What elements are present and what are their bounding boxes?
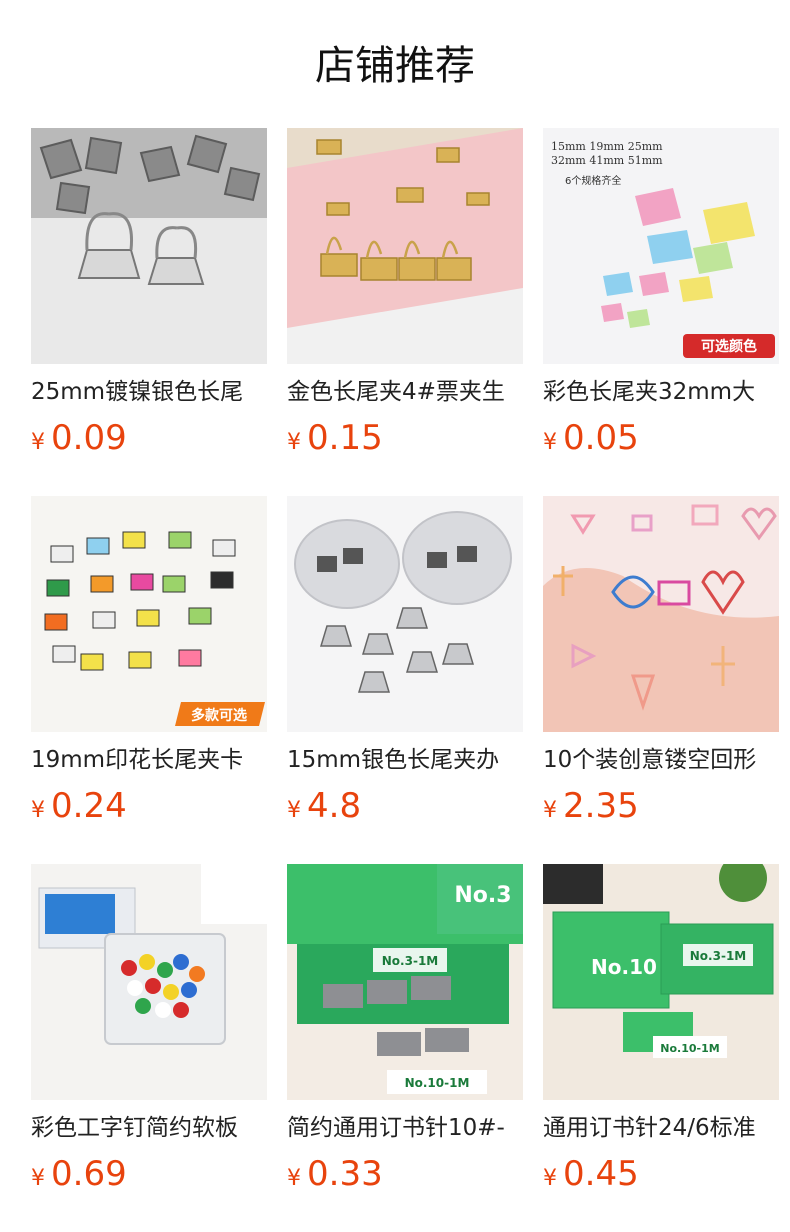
product-price: ¥2.35 <box>543 784 639 828</box>
product-name[interactable]: 彩色工字钉简约软板 <box>31 1110 267 1146</box>
product-image[interactable] <box>31 128 267 364</box>
product-card[interactable]: 25mm镀镍银色长尾 ¥0.09 <box>31 128 267 468</box>
product-card[interactable]: No.3 No.3-1M No.10-1M 简约通用订书针10#- ¥0.33 <box>287 864 523 1204</box>
product-name[interactable]: 简约通用订书针10#- <box>287 1110 523 1146</box>
product-price: ¥0.33 <box>287 1152 383 1196</box>
product-card[interactable]: 15mm银色长尾夹办 ¥4.8 <box>287 496 523 836</box>
product-image[interactable] <box>287 496 523 732</box>
product-price: ¥0.69 <box>31 1152 127 1196</box>
product-price: ¥0.24 <box>31 784 127 828</box>
currency-symbol: ¥ <box>31 798 45 823</box>
product-card[interactable]: 金色长尾夹4#票夹生 ¥0.15 <box>287 128 523 468</box>
price-value: 0.09 <box>51 418 127 458</box>
product-name[interactable]: 通用订书针24/6标准 <box>543 1110 779 1146</box>
sizes-text: 15mm 19mm 25mm <box>551 140 663 153</box>
box-label: No.10 <box>591 955 657 979</box>
price-value: 0.69 <box>51 1154 127 1194</box>
spec-note: 6个规格齐全 <box>565 174 621 187</box>
product-card[interactable]: 彩色工字钉简约软板 ¥0.69 <box>31 864 267 1204</box>
product-price: ¥0.15 <box>287 416 383 460</box>
small-box-label: No.10-1M <box>660 1042 719 1055</box>
sizes-text: 32mm 41mm 51mm <box>551 154 663 167</box>
product-image[interactable]: 多款可选 <box>31 496 267 732</box>
product-name[interactable]: 彩色长尾夹32mm大 <box>543 374 779 410</box>
product-image[interactable]: No.10 No.3-1M No.10-1M <box>543 864 779 1100</box>
price-value: 2.35 <box>563 786 639 826</box>
product-card[interactable]: 15mm 19mm 25mm 32mm 41mm 51mm 6个规格齐全 可选颜… <box>543 128 779 468</box>
product-card[interactable]: 多款可选 19mm印花长尾夹卡 ¥0.24 <box>31 496 267 836</box>
price-value: 4.8 <box>307 786 362 826</box>
currency-symbol: ¥ <box>543 430 557 455</box>
currency-symbol: ¥ <box>31 1166 45 1191</box>
product-price: ¥0.09 <box>31 416 127 460</box>
currency-symbol: ¥ <box>287 1166 301 1191</box>
box-label: No.3-1M <box>690 949 746 963</box>
product-image[interactable] <box>287 128 523 364</box>
price-value: 0.24 <box>51 786 127 826</box>
product-card[interactable]: No.10 No.3-1M No.10-1M 通用订书针24/6标准 ¥0.45 <box>543 864 779 1204</box>
price-value: 0.15 <box>307 418 383 458</box>
box-label: No.3-1M <box>382 954 438 968</box>
product-price: ¥0.05 <box>543 416 639 460</box>
styles-badge: 多款可选 <box>191 707 247 724</box>
price-value: 0.05 <box>563 418 639 458</box>
product-card[interactable]: 10个装创意镂空回形 ¥2.35 <box>543 496 779 836</box>
product-name[interactable]: 25mm镀镍银色长尾 <box>31 374 267 410</box>
price-value: 0.33 <box>307 1154 383 1194</box>
color-options-badge: 可选颜色 <box>701 338 757 355</box>
product-name[interactable]: 10个装创意镂空回形 <box>543 742 779 778</box>
product-grid: 25mm镀镍银色长尾 ¥0.09 金色长尾夹4#票夹生 ¥ 0.15 15mm … <box>0 0 790 1232</box>
currency-symbol: ¥ <box>543 1166 557 1191</box>
box-label: No.3 <box>454 883 511 908</box>
product-image[interactable] <box>543 496 779 732</box>
product-name[interactable]: 15mm银色长尾夹办 <box>287 742 523 778</box>
price-value: 0.45 <box>563 1154 639 1194</box>
product-image[interactable] <box>31 864 267 1100</box>
currency-symbol: ¥ <box>287 430 301 455</box>
product-image[interactable]: No.3 No.3-1M No.10-1M <box>287 864 523 1100</box>
currency-symbol: ¥ <box>31 430 45 455</box>
small-box-label: No.10-1M <box>405 1076 470 1090</box>
currency-symbol: ¥ <box>287 798 301 823</box>
product-image[interactable]: 15mm 19mm 25mm 32mm 41mm 51mm 6个规格齐全 可选颜… <box>543 128 779 364</box>
product-name[interactable]: 金色长尾夹4#票夹生 <box>287 374 523 410</box>
product-name[interactable]: 19mm印花长尾夹卡 <box>31 742 267 778</box>
currency-symbol: ¥ <box>543 798 557 823</box>
product-price: ¥0.45 <box>543 1152 639 1196</box>
product-price: ¥4.8 <box>287 784 361 828</box>
